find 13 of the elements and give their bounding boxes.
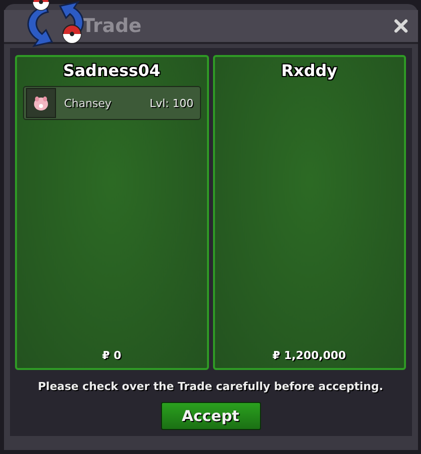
player-name: Rxddy xyxy=(281,61,338,80)
notice-text: Please check over the Trade carefully before accepting. xyxy=(38,380,384,393)
player-name: Sadness04 xyxy=(63,61,160,80)
accept-button[interactable]: Accept xyxy=(160,402,260,430)
creature-icon xyxy=(32,94,50,112)
pokemon-name: Chansey xyxy=(64,96,112,110)
window-title: Trade xyxy=(82,15,143,37)
money-amount: ₽ 0 xyxy=(102,349,122,362)
close-button[interactable] xyxy=(392,17,410,35)
pokemon-slot[interactable]: Chansey Lvl: 100 xyxy=(23,86,200,120)
pokemon-level: Lvl: 100 xyxy=(150,96,194,110)
money-amount: ₽ 1,200,000 xyxy=(272,349,346,362)
close-icon xyxy=(394,19,408,33)
